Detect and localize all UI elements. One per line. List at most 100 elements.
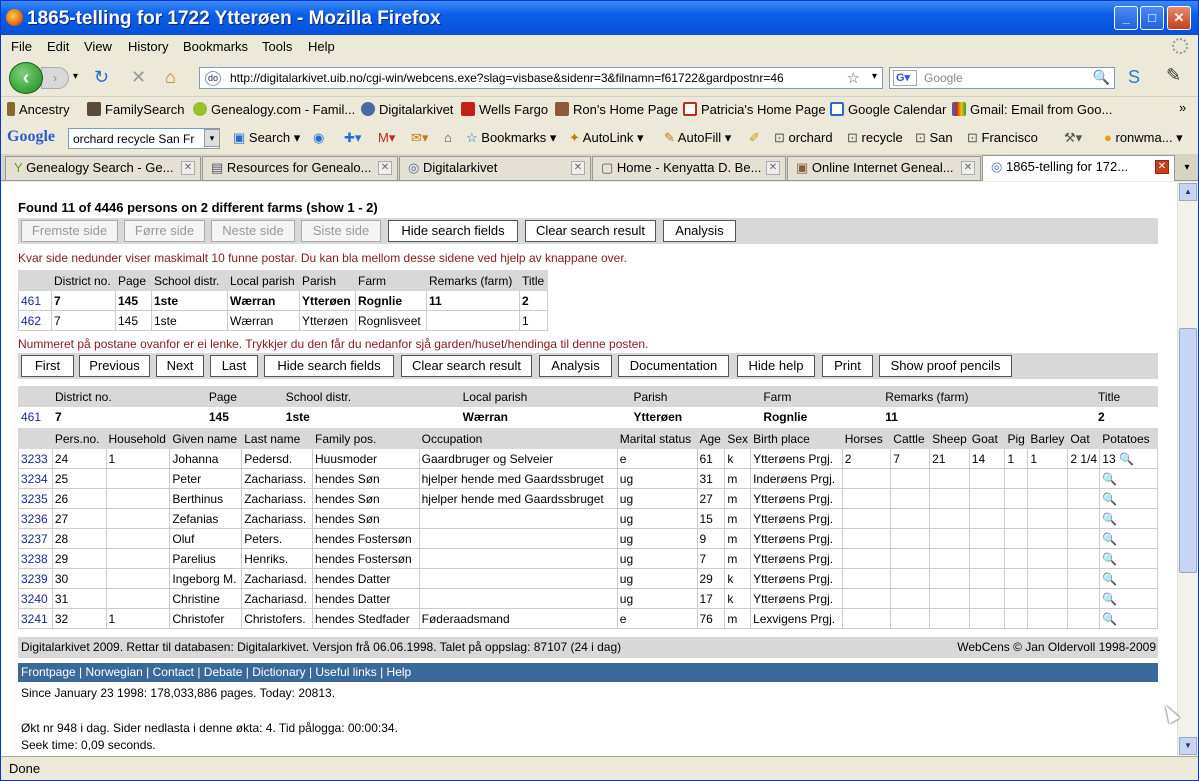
magnifier-icon[interactable]: 🔍 xyxy=(1102,512,1117,526)
google-bookmarks-button[interactable]: ☆ Bookmarks ▾ xyxy=(466,130,556,146)
google-logo[interactable]: Google xyxy=(7,128,55,146)
tab-close-icon[interactable]: ✕ xyxy=(571,161,585,175)
autolink-button[interactable]: ✦ AutoLink ▾ xyxy=(569,130,644,146)
google-input-dropdown-icon[interactable]: ▾ xyxy=(204,129,220,147)
url-text[interactable]: http://digitalarkivet.uib.no/cgi-win/web… xyxy=(230,71,784,85)
print-button[interactable]: Print xyxy=(822,355,873,377)
first-page-button[interactable]: Fremste side xyxy=(21,220,118,242)
tab-genealogy-search[interactable]: Y Genealogy Search - Ge... ✕ xyxy=(5,156,201,180)
magnifier-icon[interactable]: 🔍 xyxy=(1102,472,1117,486)
magnifier-icon[interactable]: 🔍 xyxy=(1102,572,1117,586)
user-account-button[interactable]: ● ronwma... ▾ xyxy=(1104,130,1183,146)
search-engine-icon[interactable]: G▾ xyxy=(893,70,917,86)
magnifier-icon[interactable]: 🔍 xyxy=(1102,592,1117,606)
tab-kenyatta[interactable]: ▢ Home - Kenyatta D. Be... ✕ xyxy=(592,156,786,180)
menu-file[interactable]: File xyxy=(11,39,32,54)
reload-icon[interactable]: ↻ xyxy=(94,67,109,88)
previous-button[interactable]: Previous xyxy=(79,355,150,377)
person-link[interactable]: 3233 xyxy=(18,448,53,469)
term-francisco[interactable]: ⊡ Francisco xyxy=(967,130,1038,146)
analysis-button-2[interactable]: Analysis xyxy=(539,355,612,377)
plus-icon[interactable]: ✚▾ xyxy=(344,130,361,146)
search-icon[interactable]: 🔍 xyxy=(1093,69,1110,86)
magnifier-icon[interactable]: 🔍 xyxy=(1102,532,1117,546)
google-search-input[interactable]: orchard recycle San Fr xyxy=(68,128,220,149)
bookmark-patricias-home[interactable]: Patricia's Home Page xyxy=(683,102,826,117)
history-dropdown-icon[interactable]: ▾ xyxy=(73,71,78,82)
show-proof-pencils-button[interactable]: Show proof pencils xyxy=(879,355,1012,377)
tab-close-icon[interactable]: ✕ xyxy=(181,161,195,175)
term-san[interactable]: ⊡ San xyxy=(915,130,953,146)
bookmark-wellsfargo[interactable]: Wells Fargo xyxy=(461,102,548,117)
scroll-thumb[interactable] xyxy=(1179,328,1197,573)
bookmark-rons-home[interactable]: Ron's Home Page xyxy=(555,102,678,117)
bookmark-gmail[interactable]: Gmail: Email from Goo... xyxy=(952,102,1112,117)
first-button[interactable]: First xyxy=(21,355,74,377)
url-dropdown-icon[interactable]: ▾ xyxy=(872,71,877,82)
addon-icon[interactable]: ✎ xyxy=(1166,65,1181,86)
tab-close-icon[interactable]: ✕ xyxy=(378,161,392,175)
bookmark-star-icon[interactable]: ☆ xyxy=(847,69,860,87)
hide-help-button[interactable]: Hide help xyxy=(737,355,815,377)
menu-history[interactable]: History xyxy=(128,39,168,54)
bookmarks-overflow-icon[interactable]: » xyxy=(1179,100,1186,115)
tab-close-icon[interactable]: ✕ xyxy=(961,161,975,175)
farm-link[interactable]: 461 xyxy=(18,406,53,427)
vertical-scrollbar[interactable]: ▲ ▼ xyxy=(1177,182,1198,756)
clear-search-result-button[interactable]: Clear search result xyxy=(525,220,656,242)
scroll-up-icon[interactable]: ▲ xyxy=(1179,183,1197,201)
documentation-button[interactable]: Documentation xyxy=(618,355,729,377)
bookmark-google-calendar[interactable]: Google Calendar xyxy=(830,102,946,117)
wrench-icon[interactable]: ⚒▾ xyxy=(1064,130,1082,146)
scroll-down-icon[interactable]: ▼ xyxy=(1179,737,1197,755)
bookmark-familysearch[interactable]: FamilySearch xyxy=(87,102,184,117)
analysis-button[interactable]: Analysis xyxy=(663,220,736,242)
back-button[interactable]: ‹ xyxy=(9,62,43,94)
stop-icon[interactable]: ✕ xyxy=(131,67,146,88)
autofill-button[interactable]: ✎ AutoFill ▾ xyxy=(664,130,731,146)
google-search-button[interactable]: ▣ Search ▾ xyxy=(233,130,300,146)
tab-resources[interactable]: ▤ Resources for Genealo... ✕ xyxy=(202,156,398,180)
next-button[interactable]: Next xyxy=(156,355,204,377)
clear-search-result-button-2[interactable]: Clear search result xyxy=(401,355,532,377)
minimize-button[interactable]: _ xyxy=(1114,6,1138,30)
menu-view[interactable]: View xyxy=(84,39,112,54)
term-orchard[interactable]: ⊡ orchard xyxy=(774,130,833,146)
maximize-button[interactable]: □ xyxy=(1140,6,1164,30)
magnifier-icon[interactable]: 🔍 xyxy=(1102,612,1117,626)
next-page-button[interactable]: Neste side xyxy=(211,220,295,242)
bookmark-ancestry[interactable]: Ancestry xyxy=(7,102,70,117)
term-recycle[interactable]: ⊡ recycle xyxy=(847,130,903,146)
skype-icon[interactable]: S xyxy=(1128,67,1140,88)
farm-link[interactable]: 462 xyxy=(18,310,52,331)
person-link[interactable]: 3239 xyxy=(18,568,53,589)
tab-close-icon[interactable]: ✕ xyxy=(766,161,780,175)
close-button[interactable]: ✕ xyxy=(1167,6,1191,30)
hide-search-fields-button-2[interactable]: Hide search fields xyxy=(264,355,394,377)
bank-icon[interactable]: ⌂ xyxy=(444,130,452,145)
person-link[interactable]: 3241 xyxy=(18,608,53,629)
footer-links[interactable]: Frontpage | Norwegian | Contact | Debate… xyxy=(18,663,1158,682)
gmail-icon[interactable]: M▾ xyxy=(378,130,395,146)
last-button[interactable]: Last xyxy=(210,355,258,377)
highlighter-icon[interactable]: ✐ xyxy=(749,130,760,146)
person-link[interactable]: 3235 xyxy=(18,488,53,509)
person-link[interactable]: 3237 xyxy=(18,528,53,549)
tab-close-icon[interactable]: ✕ xyxy=(1155,160,1169,174)
search-input[interactable]: Google xyxy=(924,71,963,85)
menu-help[interactable]: Help xyxy=(308,39,335,54)
magnifier-icon[interactable]: 🔍 xyxy=(1102,492,1117,506)
tag-icon[interactable]: ✉▾ xyxy=(411,130,428,146)
tab-online-genealogy[interactable]: ▣ Online Internet Geneal... ✕ xyxy=(787,156,981,180)
person-link[interactable]: 3236 xyxy=(18,508,53,529)
person-link[interactable]: 3240 xyxy=(18,588,53,609)
search-bar[interactable]: G▾ Google 🔍 xyxy=(889,67,1115,89)
person-link[interactable]: 3238 xyxy=(18,548,53,569)
globe-icon[interactable]: ◉ xyxy=(313,130,324,146)
bookmark-genealogy[interactable]: Genealogy.com - Famil... xyxy=(193,102,355,117)
bookmark-digitalarkivet[interactable]: Digitalarkivet xyxy=(361,102,453,117)
last-page-button[interactable]: Siste side xyxy=(301,220,381,242)
magnifier-icon[interactable]: 🔍 xyxy=(1102,552,1117,566)
url-bar[interactable]: do http://digitalarkivet.uib.no/cgi-win/… xyxy=(199,67,883,89)
hide-search-fields-button[interactable]: Hide search fields xyxy=(388,220,518,242)
